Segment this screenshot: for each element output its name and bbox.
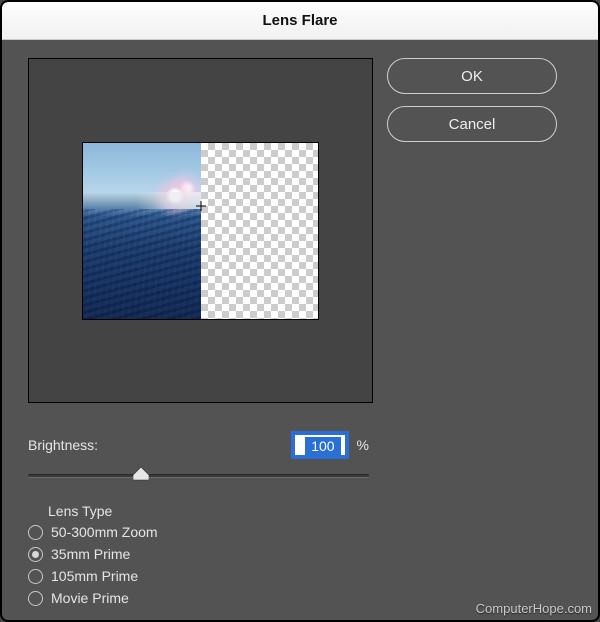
right-column: OK Cancel (387, 40, 598, 620)
ok-button-label: OK (461, 68, 483, 85)
radio-icon (28, 569, 43, 584)
lens-type-option-label: 50-300mm Zoom (51, 524, 158, 540)
preview-thumbnail[interactable] (82, 142, 319, 320)
cancel-button[interactable]: Cancel (387, 106, 557, 142)
dialog-title: Lens Flare (262, 12, 337, 29)
lens-type-heading: Lens Type (48, 503, 369, 519)
dialog-body: Brightness: 100 % Lens Type 50-300mm Zoo… (2, 40, 598, 620)
brightness-value: 100 (305, 437, 340, 455)
cancel-button-label: Cancel (449, 116, 496, 133)
radio-icon (28, 525, 43, 540)
left-column: Brightness: 100 % Lens Type 50-300mm Zoo… (2, 40, 387, 620)
dialog-titlebar: Lens Flare (2, 2, 598, 40)
brightness-slider[interactable] (28, 467, 369, 485)
brightness-label: Brightness: (28, 437, 98, 453)
radio-icon (28, 547, 43, 562)
ok-button[interactable]: OK (387, 58, 557, 94)
lens-type-option[interactable]: 35mm Prime (28, 543, 369, 565)
brightness-unit: % (357, 437, 369, 453)
lens-type-option[interactable]: 50-300mm Zoom (28, 521, 369, 543)
brightness-input[interactable]: 100 (293, 433, 347, 457)
lens-type-option-label: 105mm Prime (51, 568, 138, 584)
preview-image-area[interactable] (83, 143, 201, 319)
lens-type-option-label: 35mm Prime (51, 546, 130, 562)
brightness-row: Brightness: 100 % (28, 433, 369, 457)
watermark: ComputerHope.com (476, 601, 592, 616)
preview-panel[interactable] (28, 58, 373, 403)
flare-center-crosshair[interactable] (196, 201, 206, 211)
lens-type-option-label: Movie Prime (51, 590, 129, 606)
lens-type-group: Lens Type 50-300mm Zoom 35mm Prime 105mm P… (28, 503, 369, 609)
slider-track (28, 474, 369, 478)
lens-type-option[interactable]: 105mm Prime (28, 565, 369, 587)
radio-icon (28, 591, 43, 606)
transparency-checker (201, 143, 319, 319)
lens-type-option[interactable]: Movie Prime (28, 587, 369, 609)
